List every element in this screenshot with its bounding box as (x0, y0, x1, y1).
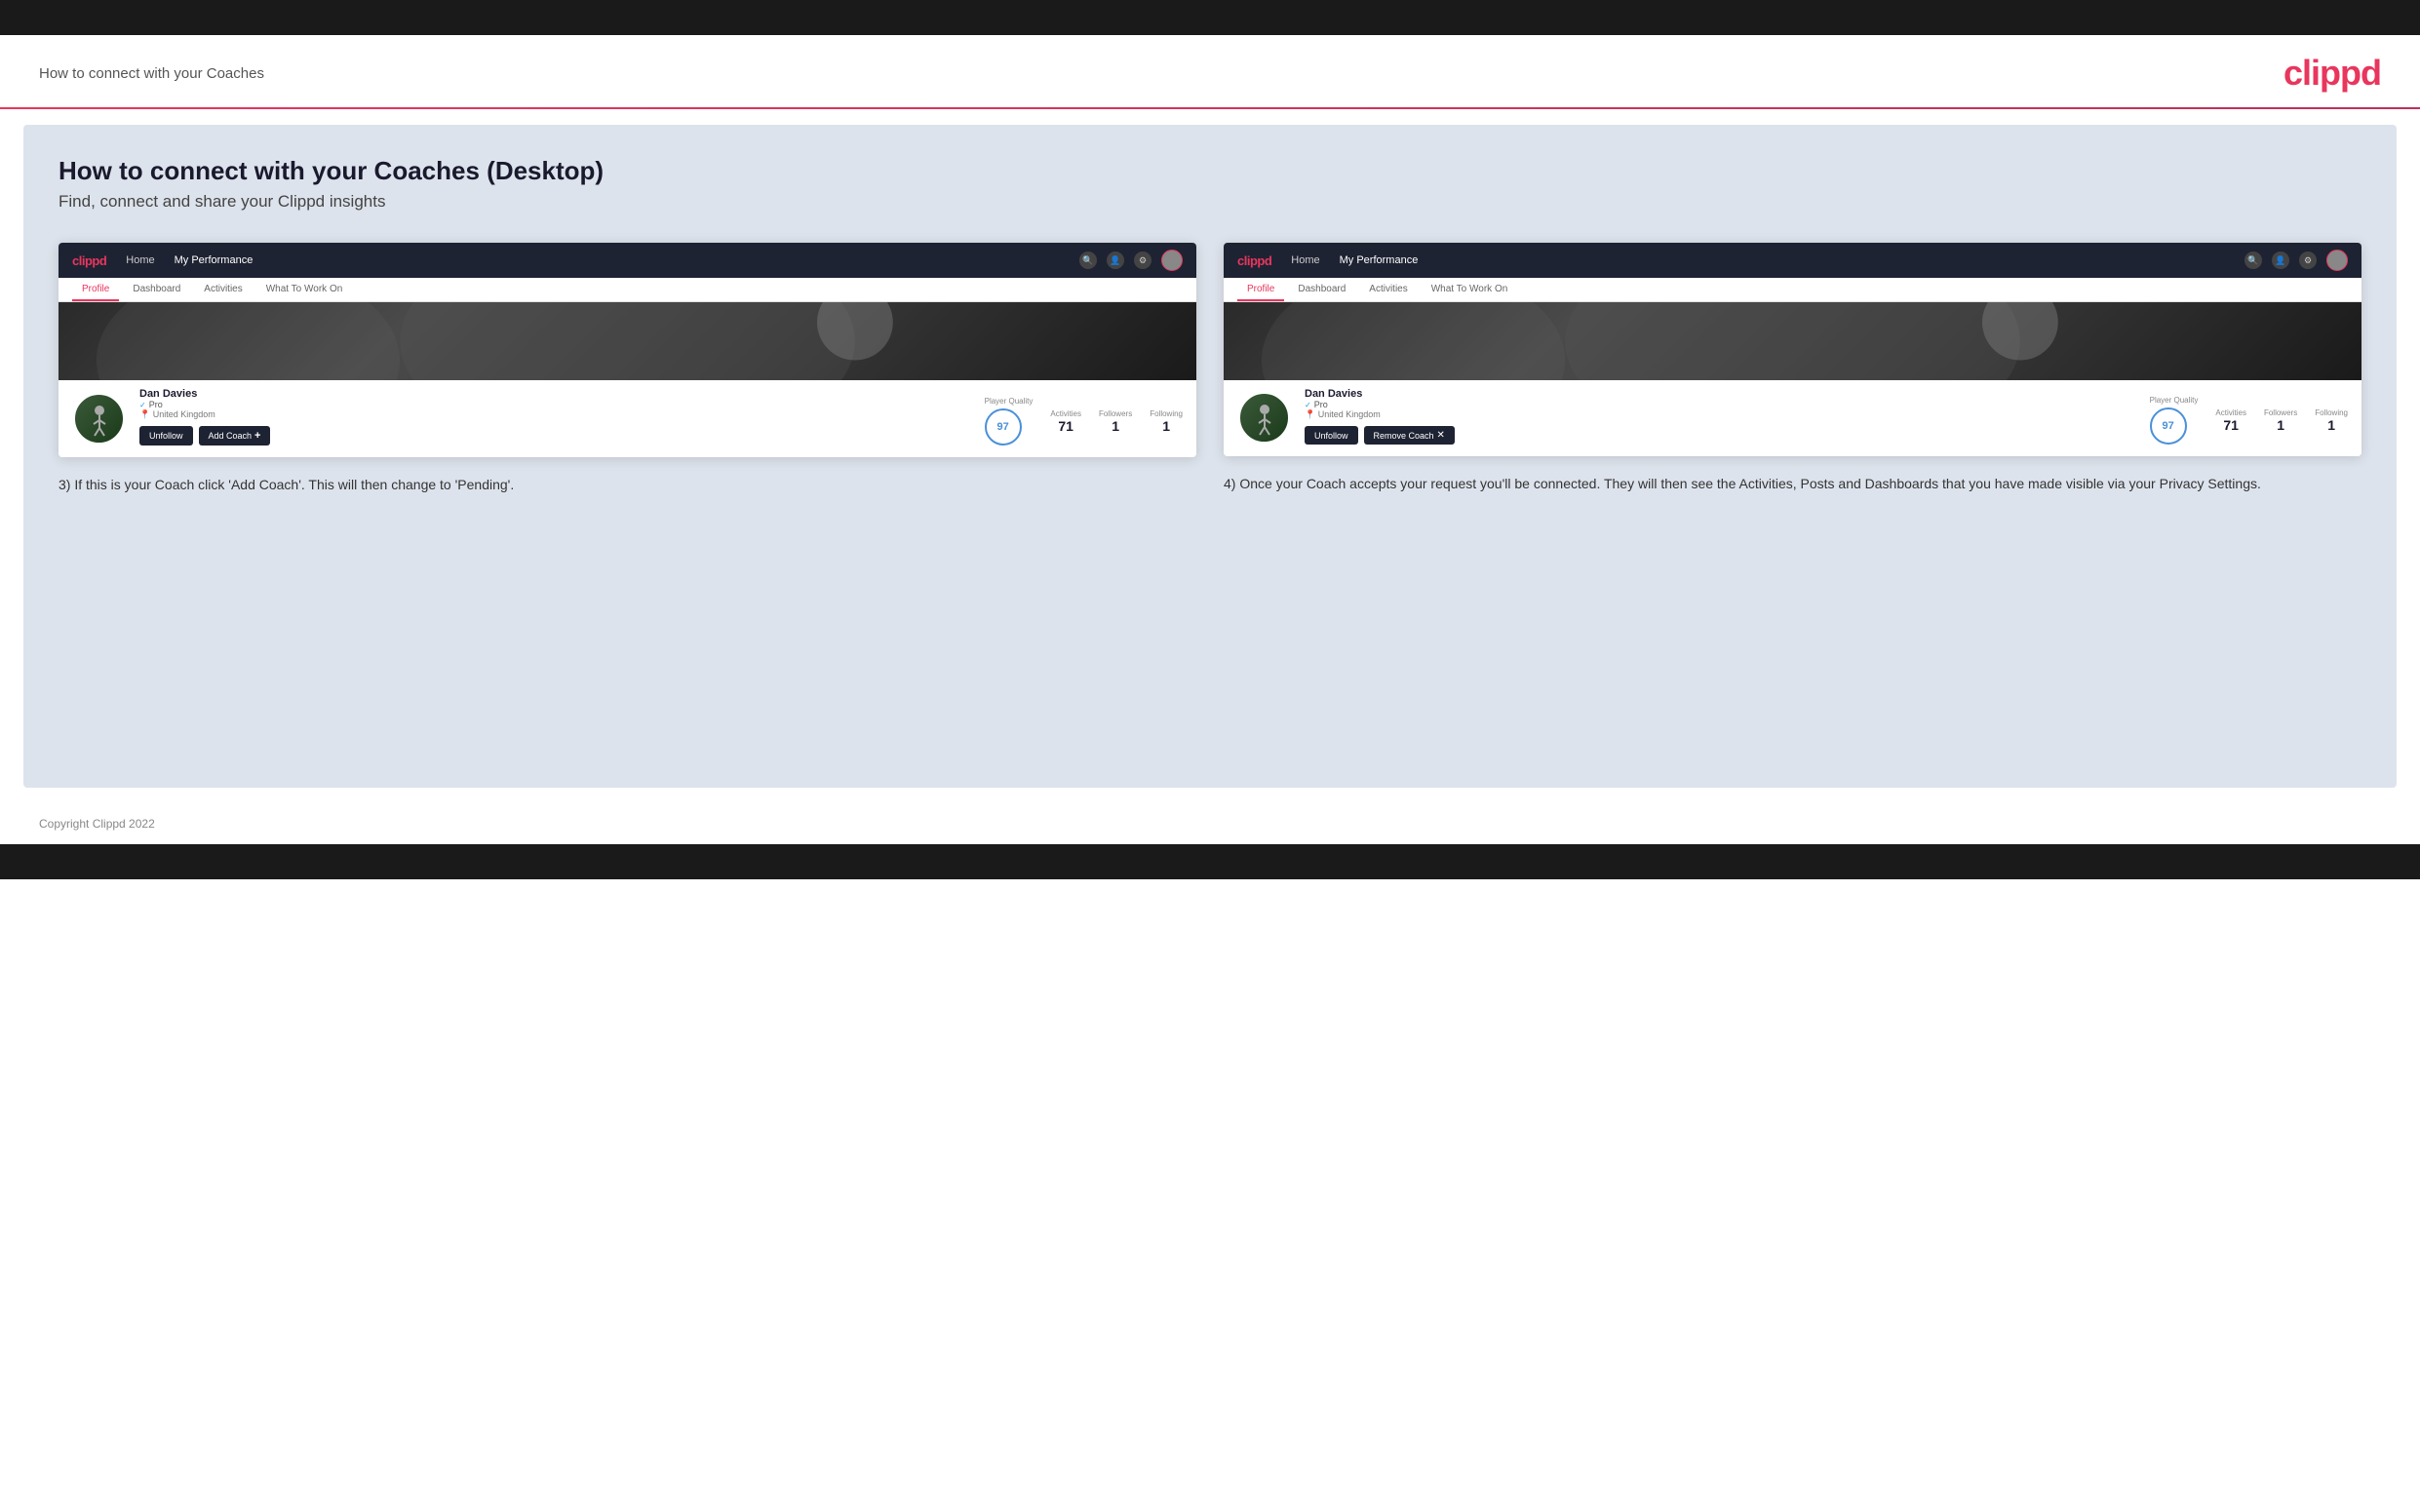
mock-nav-icons-1: 🔍 👤 ⚙ (1079, 250, 1183, 271)
copyright-text: Copyright Clippd 2022 (39, 817, 155, 831)
mock-tabs-1: Profile Dashboard Activities What To Wor… (59, 278, 1196, 302)
mock-profile-actions-2: Unfollow Remove Coach ✕ (1305, 426, 2136, 445)
mock-nav-home-2[interactable]: Home (1291, 254, 1319, 266)
x-icon-2: ✕ (1437, 430, 1445, 441)
mock-profile-info-2: Dan Davies ✓ Pro 📍 United Kingdom Unfoll… (1305, 388, 2136, 445)
plus-icon-1: + (254, 430, 260, 442)
mock-stat-following-2: Following 1 (2315, 408, 2348, 433)
tab-whattoworkon-2[interactable]: What To Work On (1422, 278, 1518, 301)
mock-stats-2: Player Quality 97 Activities 71 Follower… (2150, 396, 2348, 445)
mock-hero-2 (1224, 302, 2361, 380)
search-icon-1[interactable]: 🔍 (1079, 252, 1097, 269)
bottom-bar (0, 844, 2420, 879)
mock-profile-actions-1: Unfollow Add Coach + (139, 426, 971, 446)
checkmark-icon-1: ✓ (139, 401, 146, 409)
screenshot-col-2: clippd Home My Performance 🔍 👤 ⚙ Profile… (1224, 243, 2361, 496)
page-subheading: Find, connect and share your Clippd insi… (59, 192, 2361, 212)
mock-avatar-1 (72, 392, 126, 446)
mock-nav-myperformance-2[interactable]: My Performance (1340, 254, 1419, 266)
footer: Copyright Clippd 2022 (0, 803, 2420, 844)
mock-quality-wrap-2: Player Quality 97 (2150, 396, 2199, 445)
page-heading: How to connect with your Coaches (Deskto… (59, 156, 2361, 186)
screenshot-desc-2: 4) Once your Coach accepts your request … (1224, 474, 2361, 495)
tab-profile-2[interactable]: Profile (1237, 278, 1284, 301)
header-divider (0, 107, 2420, 109)
mock-nav-home-1[interactable]: Home (126, 254, 154, 266)
mock-profile-name-2: Dan Davies (1305, 388, 2136, 400)
mock-hero-overlay-2 (1224, 302, 2361, 380)
mock-nav-1: clippd Home My Performance 🔍 👤 ⚙ (59, 243, 1196, 278)
mock-nav-icons-2: 🔍 👤 ⚙ (2244, 250, 2348, 271)
search-icon-2[interactable]: 🔍 (2244, 252, 2262, 269)
screenshots-row: clippd Home My Performance 🔍 👤 ⚙ Profile… (59, 243, 2361, 496)
mock-nav-myperformance-1[interactable]: My Performance (175, 254, 254, 266)
user-icon-1[interactable]: 👤 (1107, 252, 1124, 269)
mock-quality-label-2: Player Quality (2150, 396, 2199, 405)
tab-activities-1[interactable]: Activities (194, 278, 252, 301)
mock-profile-role-1: ✓ Pro (139, 400, 971, 409)
mock-hero-overlay-1 (59, 302, 1196, 380)
tab-activities-2[interactable]: Activities (1359, 278, 1417, 301)
mock-stat-followers-2: Followers 1 (2264, 408, 2297, 433)
mock-avatar-wrap-1 (72, 392, 126, 446)
mock-quality-circle-1: 97 (985, 408, 1022, 446)
mock-quality-label-1: Player Quality (985, 397, 1034, 406)
mock-profile-name-1: Dan Davies (139, 388, 971, 400)
mock-stat-activities-1: Activities 71 (1050, 409, 1081, 434)
mock-browser-1: clippd Home My Performance 🔍 👤 ⚙ Profile… (59, 243, 1196, 457)
screenshot-desc-1: 3) If this is your Coach click 'Add Coac… (59, 475, 1196, 496)
top-bar (0, 0, 2420, 35)
mock-profile-location-1: 📍 United Kingdom (139, 409, 971, 420)
mock-avatar-2 (1237, 391, 1291, 445)
mock-logo-1: clippd (72, 253, 106, 268)
remove-coach-button-2[interactable]: Remove Coach ✕ (1364, 426, 1455, 445)
clippd-logo: clippd (2283, 53, 2381, 94)
checkmark-icon-2: ✓ (1305, 401, 1311, 409)
main-content: How to connect with your Coaches (Deskto… (23, 125, 2397, 788)
mock-tabs-2: Profile Dashboard Activities What To Wor… (1224, 278, 2361, 302)
unfollow-button-1[interactable]: Unfollow (139, 426, 193, 446)
header: How to connect with your Coaches clippd (0, 35, 2420, 107)
user-icon-2[interactable]: 👤 (2272, 252, 2289, 269)
mock-stat-following-1: Following 1 (1150, 409, 1183, 434)
screenshot-col-1: clippd Home My Performance 🔍 👤 ⚙ Profile… (59, 243, 1196, 496)
mock-avatar-wrap-2 (1237, 391, 1291, 445)
nav-avatar-1[interactable] (1161, 250, 1183, 271)
mock-stat-activities-2: Activities 71 (2215, 408, 2246, 433)
mock-stat-followers-1: Followers 1 (1099, 409, 1132, 434)
mock-hero-1 (59, 302, 1196, 380)
mock-quality-wrap-1: Player Quality 97 (985, 397, 1034, 446)
add-coach-button-1[interactable]: Add Coach + (199, 426, 271, 446)
nav-avatar-2[interactable] (2326, 250, 2348, 271)
mock-profile-info-1: Dan Davies ✓ Pro 📍 United Kingdom Unfoll… (139, 388, 971, 446)
mock-browser-2: clippd Home My Performance 🔍 👤 ⚙ Profile… (1224, 243, 2361, 456)
mock-logo-2: clippd (1237, 253, 1271, 268)
mock-nav-2: clippd Home My Performance 🔍 👤 ⚙ (1224, 243, 2361, 278)
tab-profile-1[interactable]: Profile (72, 278, 119, 301)
mock-profile-area-1: Dan Davies ✓ Pro 📍 United Kingdom Unfoll… (59, 380, 1196, 457)
settings-icon-1[interactable]: ⚙ (1134, 252, 1151, 269)
mock-quality-circle-2: 97 (2150, 407, 2187, 445)
mock-profile-location-2: 📍 United Kingdom (1305, 409, 2136, 420)
unfollow-button-2[interactable]: Unfollow (1305, 426, 1358, 445)
tab-dashboard-1[interactable]: Dashboard (123, 278, 190, 301)
tab-whattoworkon-1[interactable]: What To Work On (256, 278, 353, 301)
tab-dashboard-2[interactable]: Dashboard (1288, 278, 1355, 301)
mock-profile-area-2: Dan Davies ✓ Pro 📍 United Kingdom Unfoll… (1224, 380, 2361, 456)
settings-icon-2[interactable]: ⚙ (2299, 252, 2317, 269)
header-title: How to connect with your Coaches (39, 65, 264, 82)
mock-profile-role-2: ✓ Pro (1305, 400, 2136, 409)
mock-stats-1: Player Quality 97 Activities 71 Follower… (985, 397, 1183, 446)
